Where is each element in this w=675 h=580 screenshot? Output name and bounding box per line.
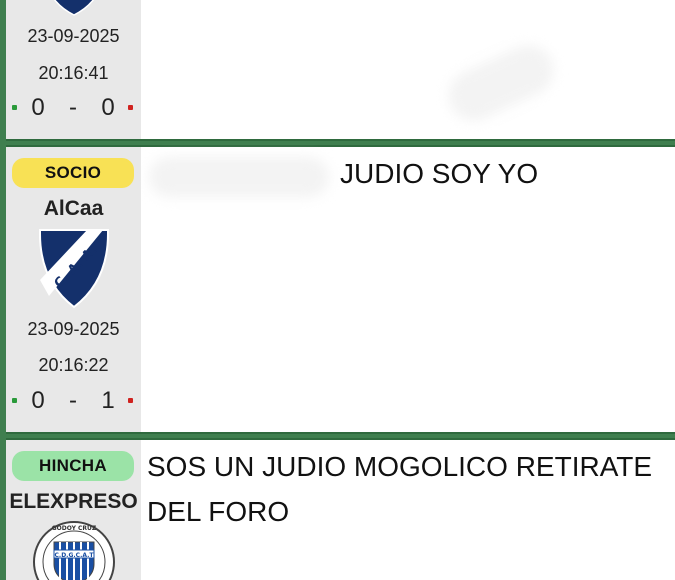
post-divider xyxy=(6,139,675,147)
redacted-area xyxy=(440,37,562,129)
post-time: 20:16:41 xyxy=(38,63,109,83)
crest-top-text: GODOY CRUZ xyxy=(51,525,96,532)
post-time: 20:16:22 xyxy=(38,355,109,375)
match-score: 0 - 1 xyxy=(6,387,141,415)
score-away: 0 xyxy=(101,94,115,121)
post-divider xyxy=(6,432,675,440)
post-author-panel: 23-09-2025 20:16:41 0 - 0 xyxy=(6,0,141,139)
forum-post: SOCIO AlCaa C. A. A. 23-09-2025 20:16:22… xyxy=(6,147,675,432)
score-home: 0 xyxy=(31,387,45,414)
home-team-dot-icon xyxy=(12,105,17,110)
post-date: 23-09-2025 xyxy=(27,26,120,46)
away-team-dot-icon xyxy=(128,398,133,403)
user-rank-badge: SOCIO xyxy=(12,158,134,188)
away-team-dot-icon xyxy=(128,105,133,110)
score-separator: - xyxy=(69,94,77,121)
redacted-area xyxy=(149,157,329,197)
post-body: SOS UN JUDIO MOGOLICO RETIRATE DEL FORO xyxy=(141,440,675,580)
club-atletico-alvarado-crest-icon: C. A. A. xyxy=(6,228,141,310)
home-team-dot-icon xyxy=(12,398,17,403)
match-score: 0 - 0 xyxy=(6,94,141,122)
crest-letters: C.D.G.C.A.T xyxy=(54,552,94,559)
username-link[interactable]: ELEXPRESO xyxy=(6,490,141,514)
team-crest-icon xyxy=(6,0,141,16)
score-separator: - xyxy=(69,387,77,414)
post-body xyxy=(141,0,675,139)
forum-thread: 23-09-2025 20:16:41 0 - 0 SOCIO AlCaa C.… xyxy=(0,0,675,580)
post-author-panel: HINCHA ELEXPRESO GODOY CRUZ C.D.G.C.A.T xyxy=(6,440,141,580)
post-date: 23-09-2025 xyxy=(27,319,120,339)
score-home: 0 xyxy=(31,94,45,121)
forum-post: HINCHA ELEXPRESO GODOY CRUZ C.D.G.C.A.T xyxy=(6,440,675,580)
score-away: 1 xyxy=(101,387,115,414)
post-author-panel: SOCIO AlCaa C. A. A. 23-09-2025 20:16:22… xyxy=(6,147,141,432)
post-message: JUDIO SOY YO xyxy=(340,158,539,189)
username-link[interactable]: AlCaa xyxy=(6,197,141,221)
user-rank-badge: HINCHA xyxy=(12,451,134,481)
godoy-cruz-crest-icon: GODOY CRUZ C.D.G.C.A.T xyxy=(6,520,141,580)
post-message: SOS UN JUDIO MOGOLICO RETIRATE DEL FORO xyxy=(147,451,653,527)
forum-post: 23-09-2025 20:16:41 0 - 0 xyxy=(6,0,675,139)
post-body: JUDIO SOY YO xyxy=(141,147,675,432)
